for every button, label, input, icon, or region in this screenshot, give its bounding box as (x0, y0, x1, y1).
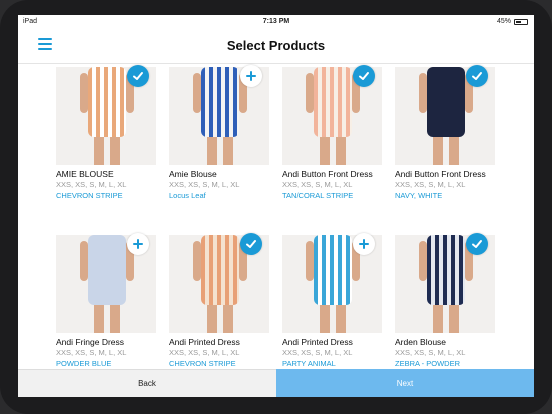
product-name: Andi Printed Dress (169, 337, 240, 347)
product-color: PARTY ANIMAL (282, 359, 336, 368)
status-time: 7:13 PM (262, 18, 290, 25)
product-name: Andi Button Front Dress (395, 169, 486, 179)
status-right: 45% (497, 18, 528, 25)
back-button[interactable]: Back (18, 369, 276, 397)
product-sizes: XXS, XS, S, M, L, XL (395, 348, 466, 357)
product-color: CHEVRON STRIPE (56, 191, 123, 200)
product-sizes: XXS, XS, S, M, L, XL (282, 180, 353, 189)
product-name: Andi Printed Dress (282, 337, 353, 347)
product-sizes: XXS, XS, S, M, L, XL (169, 348, 240, 357)
screen: iPad 7:13 PM 45% Select Products AMIE BL… (18, 15, 534, 397)
battery-percent: 45% (496, 18, 511, 25)
page-title: Select Products (226, 38, 326, 53)
plus-icon[interactable] (127, 233, 149, 255)
product-color: NAVY, WHITE (395, 191, 443, 200)
ipad-frame: iPad 7:13 PM 45% Select Products AMIE BL… (0, 0, 552, 414)
product-name: Arden Blouse (395, 337, 447, 347)
check-icon[interactable] (353, 65, 375, 87)
plus-icon[interactable] (353, 233, 375, 255)
status-bar: iPad 7:13 PM 45% (18, 15, 534, 29)
product-sizes: XXS, XS, S, M, L, XL (282, 348, 353, 357)
product-sizes: XXS, XS, S, M, L, XL (169, 180, 240, 189)
product-color: CHEVRON STRIPE (169, 359, 236, 368)
battery-icon (514, 18, 528, 25)
product-color: ZEBRA - POWDER (395, 359, 461, 368)
product-color: POWDER BLUE (56, 359, 112, 368)
check-icon[interactable] (127, 65, 149, 87)
product-name: Andi Fringe Dress (56, 337, 125, 347)
product-color: TAN/CORAL STRIPE (282, 191, 354, 200)
next-button[interactable]: Next (276, 369, 534, 397)
check-icon[interactable] (240, 233, 262, 255)
product-name: Amie Blouse (169, 169, 217, 179)
battery-level (516, 20, 521, 23)
check-icon[interactable] (466, 233, 488, 255)
product-name: AMIE BLOUSE (56, 169, 114, 179)
product-sizes: XXS, XS, S, M, L, XL (56, 180, 127, 189)
check-icon[interactable] (466, 65, 488, 87)
footer-bar: Back Next (18, 369, 534, 397)
product-sizes: XXS, XS, S, M, L, XL (56, 348, 127, 357)
product-sizes: XXS, XS, S, M, L, XL (395, 180, 466, 189)
nav-bar: Select Products (18, 29, 534, 64)
product-name: Andi Button Front Dress (282, 169, 373, 179)
product-color: Locus Leaf (169, 191, 206, 200)
plus-icon[interactable] (240, 65, 262, 87)
